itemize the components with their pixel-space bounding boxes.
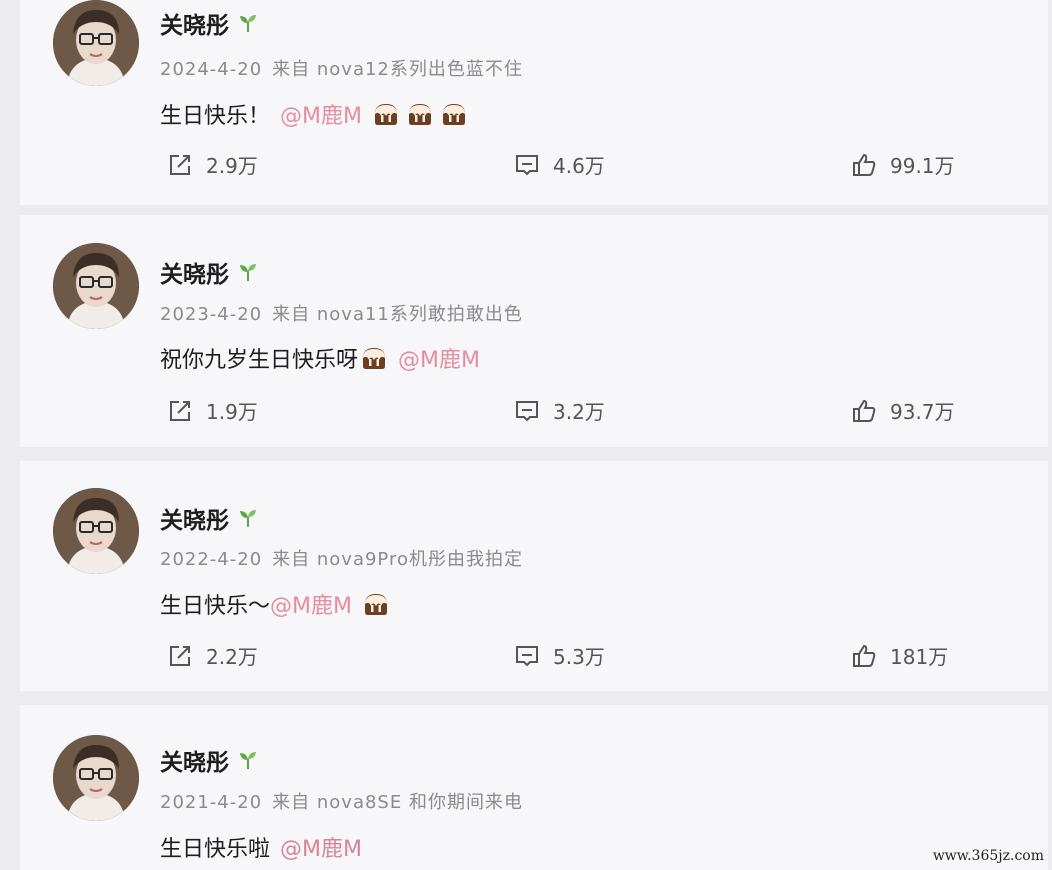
- post-actions: 1.9万 3.2万 93.7万: [20, 396, 1048, 426]
- watermark: www.365jz.com: [932, 848, 1044, 864]
- comment-icon: [516, 645, 538, 666]
- like-count: 93.7万: [890, 400, 955, 424]
- like-button[interactable]: 99.1万: [850, 150, 955, 179]
- post-date[interactable]: 2023-4-20: [160, 304, 262, 325]
- post-content: 生日快乐～ @M鹿M: [160, 588, 390, 620]
- sprout-icon: [240, 15, 256, 32]
- post-meta: 2022-4-20 来自 nova9Pro机彤由我拍定: [160, 545, 523, 571]
- post-source: 来自 nova11系列敢拍敢出色: [272, 304, 523, 325]
- post-date[interactable]: 2021-4-20: [160, 792, 262, 813]
- birthday-cake-emoji: [408, 104, 431, 125]
- post-actions: 2.9万 4.6万 99.1万: [20, 150, 1048, 180]
- post-actions: 2.2万 5.3万 181万: [20, 641, 1048, 671]
- thumbs-up-icon: [853, 153, 876, 176]
- mention-link[interactable]: @M鹿M: [280, 98, 362, 130]
- author-name[interactable]: 关晓彤: [160, 255, 229, 289]
- comment-icon: [516, 400, 538, 421]
- sprout-icon: [240, 264, 256, 281]
- birthday-cake-emoji: [364, 594, 387, 615]
- post-content: 祝你九岁生日快乐呀 @M鹿M: [160, 342, 480, 374]
- birthday-cake-emoji: [363, 348, 386, 369]
- thumbs-up-icon: [853, 644, 876, 667]
- comment-count: 4.6万: [553, 154, 605, 178]
- weibo-post: 关晓彤 2022-4-20 来自 nova9Pro机彤由我拍定 生日快乐～ @M鹿…: [20, 461, 1048, 691]
- repost-icon: [170, 154, 190, 175]
- birthday-cake-emoji: [442, 104, 465, 125]
- repost-icon: [170, 400, 190, 421]
- avatar[interactable]: [53, 735, 139, 821]
- comment-count: 3.2万: [553, 400, 605, 424]
- weibo-feed: 关晓彤 2024-4-20 来自 nova12系列出色蓝不住 生日快乐！ @M鹿M…: [0, 0, 1052, 870]
- author-name[interactable]: 关晓彤: [160, 501, 229, 535]
- sprout-icon: [240, 510, 256, 527]
- post-content: 生日快乐！ @M鹿M: [160, 98, 468, 130]
- birthday-cake-emoji: [374, 104, 397, 125]
- repost-icon: [170, 645, 190, 666]
- post-text: 生日快乐！: [160, 104, 271, 129]
- mention-link[interactable]: @M鹿M: [398, 342, 480, 374]
- comment-button[interactable]: 3.2万: [513, 396, 605, 425]
- post-date[interactable]: 2022-4-20: [160, 549, 262, 570]
- weibo-post: 关晓彤 2024-4-20 来自 nova12系列出色蓝不住 生日快乐！ @M鹿M…: [20, 0, 1048, 205]
- author-name[interactable]: 关晓彤: [160, 743, 229, 777]
- mention-link[interactable]: @M鹿M: [280, 831, 362, 863]
- avatar[interactable]: [53, 0, 139, 86]
- like-button[interactable]: 181万: [850, 641, 948, 670]
- thumbs-up-icon: [853, 399, 876, 422]
- comment-icon: [516, 154, 538, 175]
- post-source: 来自 nova9Pro机彤由我拍定: [272, 549, 523, 570]
- weibo-post: 关晓彤 2023-4-20 来自 nova11系列敢拍敢出色 祝你九岁生日快乐呀 …: [20, 215, 1048, 447]
- comment-button[interactable]: 5.3万: [513, 641, 605, 670]
- weibo-post: 关晓彤 2021-4-20 来自 nova8SE 和你期间来电 生日快乐啦 @M鹿…: [20, 705, 1048, 870]
- avatar[interactable]: [53, 243, 139, 329]
- post-date[interactable]: 2024-4-20: [160, 59, 262, 80]
- mention-link[interactable]: @M鹿M: [270, 588, 352, 620]
- post-text: 祝你九岁生日快乐呀: [160, 348, 359, 373]
- repost-count: 2.2万: [206, 645, 258, 669]
- post-source: 来自 nova8SE 和你期间来电: [272, 792, 523, 813]
- repost-count: 1.9万: [206, 400, 258, 424]
- like-count: 99.1万: [890, 154, 955, 178]
- comment-button[interactable]: 4.6万: [513, 150, 605, 179]
- repost-button[interactable]: 1.9万: [166, 396, 258, 425]
- repost-button[interactable]: 2.2万: [166, 641, 258, 670]
- avatar[interactable]: [53, 488, 139, 574]
- post-source: 来自 nova12系列出色蓝不住: [272, 59, 523, 80]
- like-count: 181万: [890, 645, 949, 669]
- post-meta: 2024-4-20 来自 nova12系列出色蓝不住: [160, 55, 523, 81]
- sprout-icon: [240, 752, 256, 769]
- post-meta: 2021-4-20 来自 nova8SE 和你期间来电: [160, 788, 523, 814]
- author-name[interactable]: 关晓彤: [160, 6, 229, 40]
- repost-count: 2.9万: [206, 154, 258, 178]
- repost-button[interactable]: 2.9万: [166, 150, 258, 179]
- post-meta: 2023-4-20 来自 nova11系列敢拍敢出色: [160, 300, 523, 326]
- post-text: 生日快乐啦: [160, 837, 271, 862]
- post-content: 生日快乐啦 @M鹿M: [160, 831, 362, 863]
- like-button[interactable]: 93.7万: [850, 396, 955, 425]
- post-text: 生日快乐～: [160, 594, 271, 619]
- comment-count: 5.3万: [553, 645, 605, 669]
